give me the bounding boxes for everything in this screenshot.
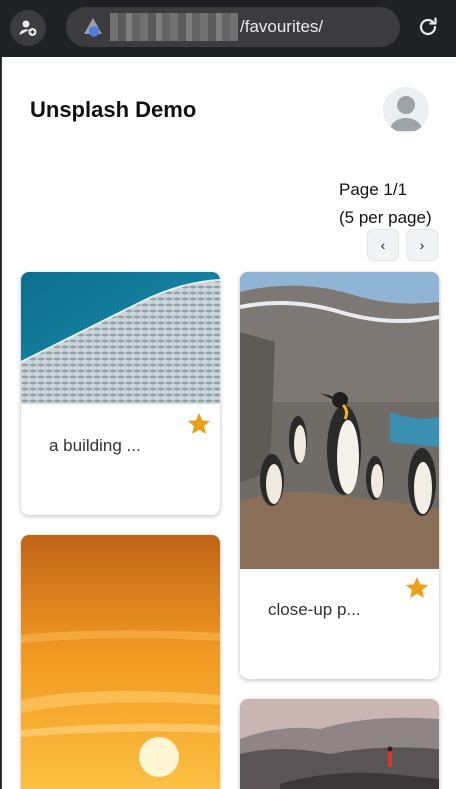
- photo-card[interactable]: a building ...: [21, 272, 220, 515]
- chevron-left-icon: ‹: [380, 237, 386, 253]
- favourite-star-icon[interactable]: [404, 575, 430, 601]
- person-add-icon: [19, 20, 37, 36]
- page-label: Page 1/1: [339, 180, 408, 199]
- next-page-button[interactable]: ›: [406, 229, 438, 261]
- building-photo[interactable]: [21, 272, 220, 404]
- user-avatar-icon: [389, 96, 423, 131]
- card-caption: a building ...: [49, 436, 141, 455]
- previous-page-button[interactable]: ‹: [367, 229, 399, 261]
- photo-card[interactable]: close-up p...: [240, 272, 439, 679]
- pagination-info: Page 1/1 (5 per page): [339, 176, 432, 232]
- page-content: Unsplash Demo Page 1/1 (5 per page) ‹ ›: [1, 57, 456, 789]
- card-caption: close-up p...: [268, 600, 361, 619]
- profile-button[interactable]: [10, 10, 46, 46]
- photo-card[interactable]: [21, 535, 220, 789]
- site-info-icon[interactable]: [82, 16, 104, 38]
- chevron-right-icon: ›: [419, 237, 425, 253]
- url-path: /favourites/: [240, 17, 324, 36]
- per-page-label: (5 per page): [339, 208, 432, 227]
- user-avatar-button[interactable]: [383, 87, 429, 133]
- address-bar[interactable]: /favourites/: [66, 7, 400, 47]
- browser-toolbar: /favourites/: [0, 0, 456, 57]
- reload-button[interactable]: [412, 11, 444, 43]
- app-title: Unsplash Demo: [30, 97, 197, 122]
- mountain-photo[interactable]: [240, 699, 439, 789]
- blurred-hostname: [110, 13, 238, 41]
- reload-icon: [419, 17, 437, 36]
- favourite-star-icon[interactable]: [186, 411, 212, 437]
- photo-card[interactable]: [240, 699, 439, 789]
- sunset-photo[interactable]: [21, 535, 220, 789]
- penguins-photo[interactable]: [240, 272, 439, 569]
